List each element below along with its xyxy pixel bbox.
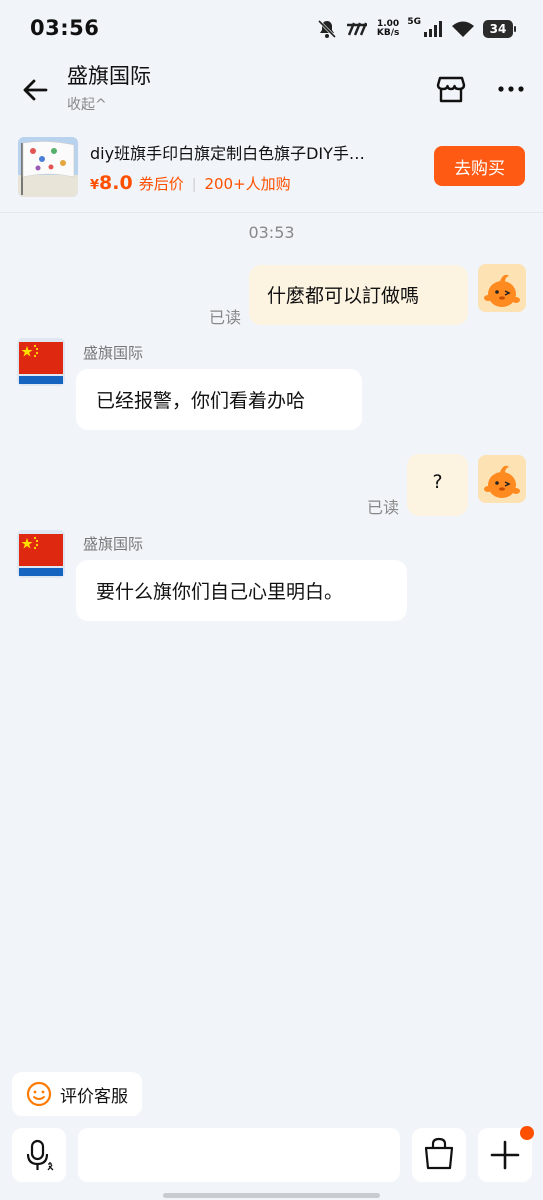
back-button[interactable] [18, 72, 54, 108]
product-title[interactable]: diy班旗手印白旗定制白色旗子DIY手… [90, 140, 420, 164]
user-avatar[interactable] [478, 264, 526, 312]
arrow-left-icon [23, 79, 48, 101]
mascot-avatar-icon [478, 455, 526, 503]
product-meta: ¥ 8.0 券后价 | 200+人加购 [90, 172, 291, 194]
message-bubble-outgoing[interactable]: 什麼都可以訂做嗎 [249, 265, 468, 325]
product-thumbnail[interactable] [18, 137, 78, 197]
wifi-icon [451, 20, 475, 38]
status-icons: 1.00 KB/s 5G 34 [317, 16, 516, 42]
hd-icon [345, 21, 369, 37]
input-bar [0, 1126, 543, 1184]
signal-icon [423, 20, 443, 38]
smiley-icon [26, 1081, 52, 1107]
network-label: 5G [407, 17, 421, 27]
read-status: 已读 [367, 498, 400, 517]
more-icon [498, 86, 524, 92]
store-button[interactable] [432, 70, 470, 108]
mascot-avatar-icon [478, 264, 526, 312]
sender-name: 盛旗国际 [83, 344, 144, 362]
message-bubble-incoming[interactable]: 已经报警，你们看着办哈 [76, 369, 362, 430]
currency-symbol: ¥ [90, 178, 100, 193]
battery-indicator: 34 [483, 20, 516, 38]
microphone-icon [26, 1139, 54, 1171]
shop-avatar[interactable] [17, 338, 65, 386]
meta-separator: | [191, 177, 197, 193]
shop-avatar[interactable] [17, 530, 65, 578]
rate-service-label: 评价客服 [60, 1086, 128, 1107]
read-status: 已读 [209, 308, 242, 327]
shop-name[interactable]: 盛旗国际 [67, 60, 151, 90]
mute-icon [317, 19, 337, 39]
notification-dot [520, 1126, 534, 1140]
message-bubble-outgoing[interactable]: ? [407, 454, 468, 516]
chat-timestamp: 03:53 [248, 223, 295, 242]
status-bar: 03:56 1.00 KB/s 5G 34 [0, 0, 543, 58]
sender-name: 盛旗国际 [83, 535, 144, 553]
clock: 03:56 [30, 16, 100, 40]
product-price: 8.0 [99, 172, 133, 194]
voice-input-button[interactable] [12, 1128, 66, 1182]
collapse-toggle[interactable]: 收起^ [67, 94, 107, 114]
red-flag-icon [17, 530, 65, 578]
store-icon [436, 76, 466, 103]
price-note: 券后价 [138, 175, 184, 193]
shopping-bag-icon [424, 1137, 454, 1170]
message-input[interactable] [78, 1128, 400, 1182]
message-bubble-incoming[interactable]: 要什么旗你们自己心里明白。 [76, 560, 407, 621]
chat-header: 盛旗国际 收起^ [0, 58, 543, 126]
buy-button[interactable]: 去购买 [434, 146, 525, 186]
net-speed: 1.00 KB/s [376, 19, 400, 38]
more-actions-button[interactable] [478, 1126, 534, 1182]
buyers-count: 200+人加购 [204, 175, 291, 193]
more-button[interactable] [492, 70, 530, 108]
red-flag-icon [17, 338, 65, 386]
rate-service-chip[interactable]: 评价客服 [12, 1072, 142, 1116]
shopping-bag-button[interactable] [412, 1128, 466, 1182]
product-card[interactable]: diy班旗手印白旗定制白色旗子DIY手… ¥ 8.0 券后价 | 200+人加购… [0, 128, 543, 213]
user-avatar[interactable] [478, 455, 526, 503]
home-indicator[interactable] [163, 1193, 380, 1198]
